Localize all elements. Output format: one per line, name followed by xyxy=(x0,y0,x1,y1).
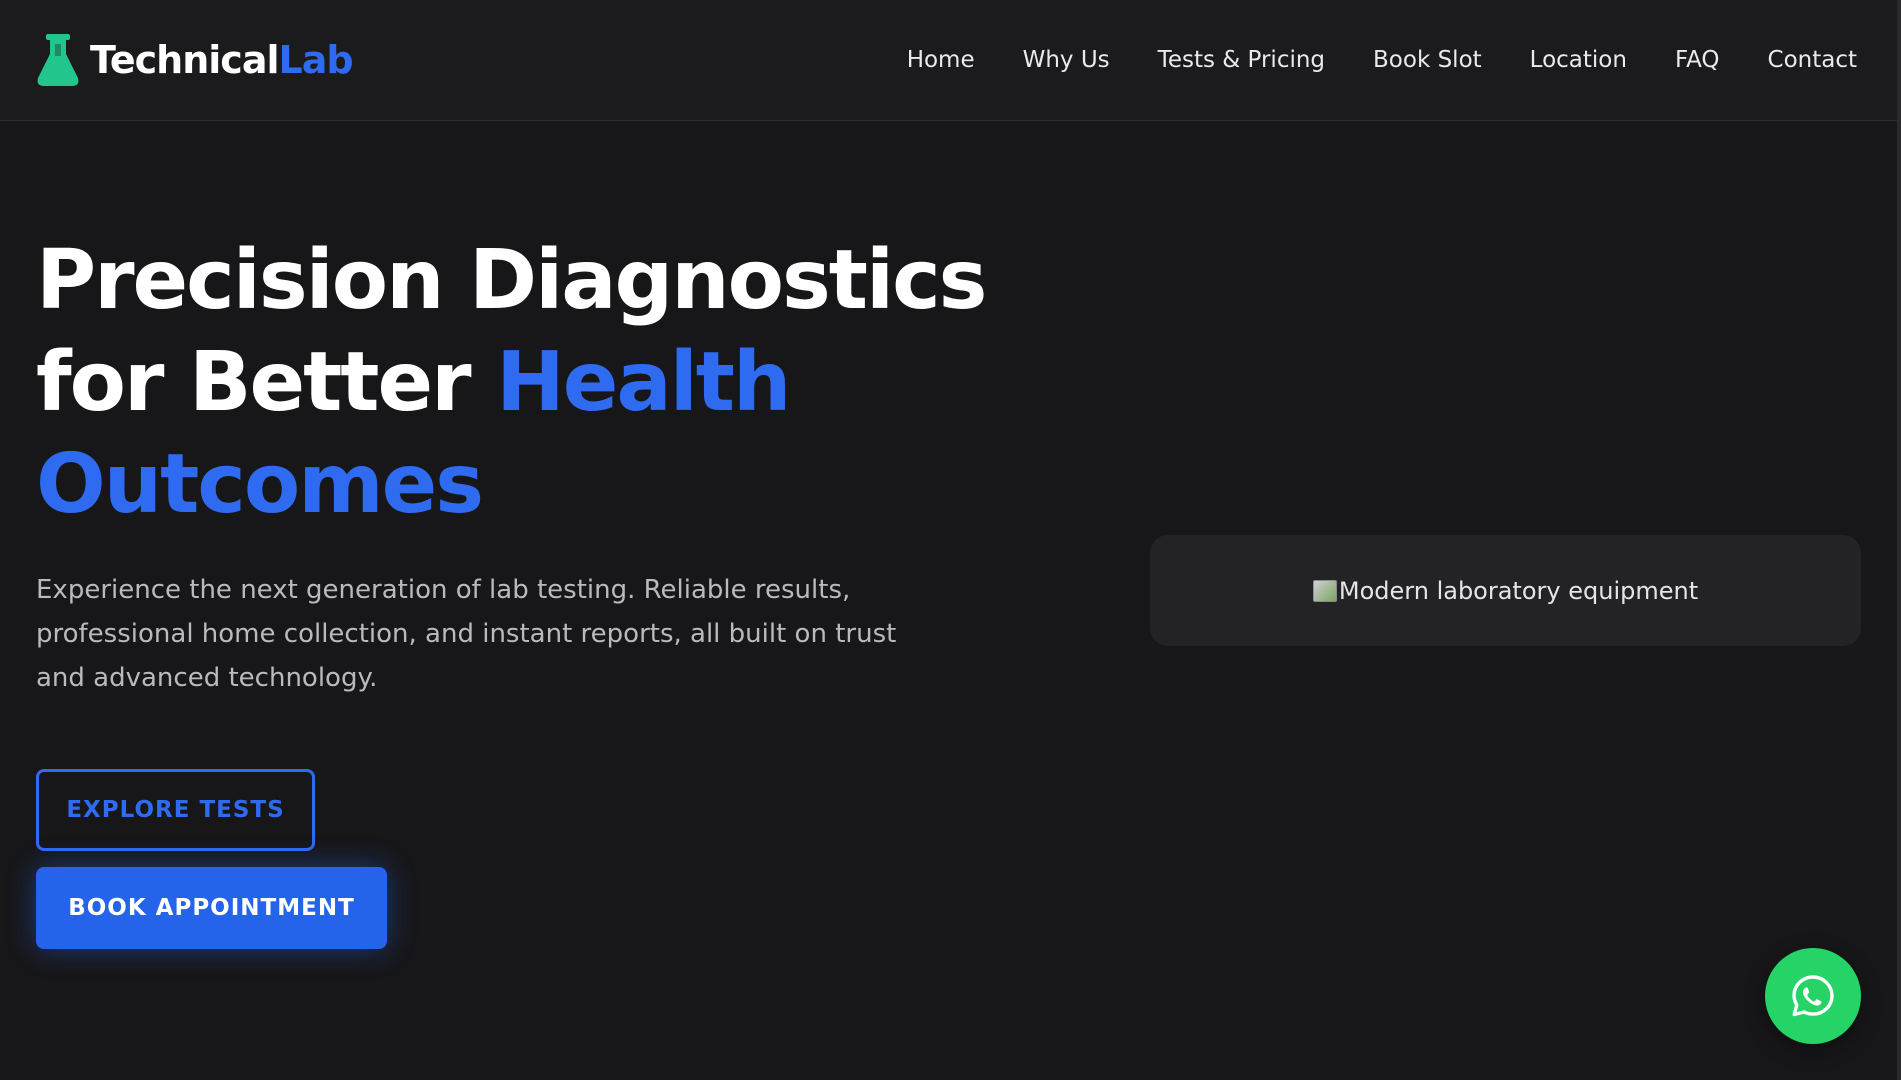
book-appointment-button[interactable]: BOOK APPOINTMENT xyxy=(36,867,387,949)
hero-image-card: Modern laboratory equipment xyxy=(1150,535,1861,646)
nav-link-location[interactable]: Location xyxy=(1530,40,1627,80)
hero-title-line2-accent: Health xyxy=(496,335,791,430)
brand-name-part1: Technical xyxy=(90,38,279,82)
nav-link-book-slot[interactable]: Book Slot xyxy=(1373,40,1482,80)
page: TechnicalLab Home Why Us Tests & Pricing… xyxy=(0,0,1901,1080)
nav-link-faq[interactable]: FAQ xyxy=(1675,40,1720,80)
whatsapp-chat-button[interactable] xyxy=(1765,948,1861,1044)
hero-title: Precision Diagnostics for Better Health … xyxy=(36,230,1036,536)
hero-title-line1: Precision Diagnostics xyxy=(36,233,987,328)
brand-name: TechnicalLab xyxy=(90,34,354,86)
brand-logo-link[interactable]: TechnicalLab xyxy=(36,34,354,86)
nav-link-why-us[interactable]: Why Us xyxy=(1023,40,1110,80)
site-header: TechnicalLab Home Why Us Tests & Pricing… xyxy=(0,0,1897,121)
nav-link-tests-pricing[interactable]: Tests & Pricing xyxy=(1158,40,1325,80)
hero-subtitle: Experience the next generation of lab te… xyxy=(36,575,897,693)
main-nav: Home Why Us Tests & Pricing Book Slot Lo… xyxy=(859,40,1857,80)
page-scrollbar[interactable] xyxy=(1897,0,1901,1080)
broken-image-icon xyxy=(1312,579,1337,602)
hero-image-alt-text: Modern laboratory equipment xyxy=(1338,576,1699,605)
flask-icon xyxy=(37,34,79,86)
hero-title-line2-plain: for Better xyxy=(36,335,497,430)
explore-tests-button[interactable]: EXPLORE TESTS xyxy=(36,769,315,851)
brand-name-part2: Lab xyxy=(278,38,354,82)
nav-link-contact[interactable]: Contact xyxy=(1768,40,1857,80)
hero-title-line3-accent: Outcomes xyxy=(36,437,484,532)
whatsapp-icon xyxy=(1792,975,1834,1017)
nav-link-home[interactable]: Home xyxy=(907,40,975,80)
